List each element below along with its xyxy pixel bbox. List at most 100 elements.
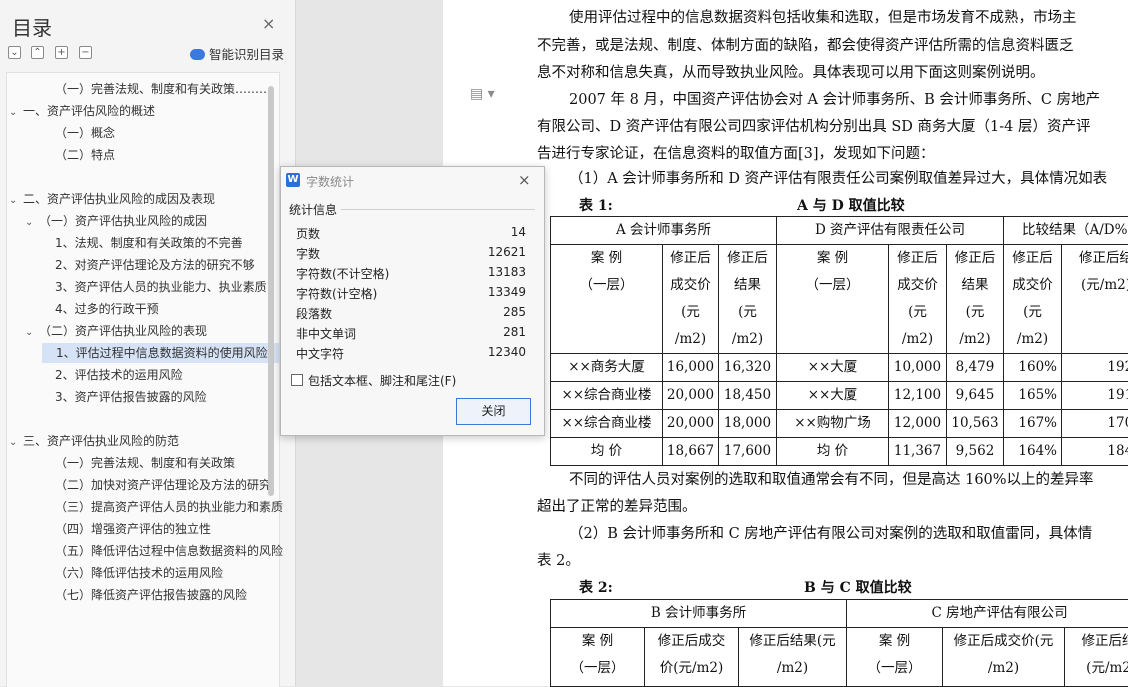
stat-value: 12340 (488, 345, 526, 359)
table-column-header: 修正后结 (元/m2) (1062, 245, 1128, 354)
collapse-icon[interactable]: ⌄ (8, 46, 21, 59)
toc-item-label: 三、资产评估执业风险的防范 (23, 434, 179, 448)
table1-subheader-row: 案 例 （一层）修正后 成交价 (元 /m2)修正后 结果 (元 /m2)案 例… (551, 245, 1128, 354)
table-cell: 16,000 (663, 354, 719, 382)
toc-item[interactable]: ⌄三、资产评估执业风险的防范 (7, 431, 273, 451)
toc-item[interactable]: 2、对资产评估理论及方法的研究不够 (7, 255, 287, 275)
close-icon[interactable]: × (262, 14, 275, 33)
table2-title: B 与 C 取值比较 (804, 577, 912, 597)
toc-item-label: 1、法规、制度和有关政策的不完善 (55, 236, 243, 250)
cloud-icon (190, 49, 205, 60)
toc-item[interactable]: 2、评估技术的运用风险 (7, 365, 287, 385)
table-cell: 191% (1062, 382, 1128, 410)
toc-item[interactable]: （六）降低评估技术的运用风险 (7, 563, 287, 583)
table-column-header: 修正后 成交价 (元 /m2) (1004, 245, 1062, 354)
stat-label: 非中文单词 (296, 325, 356, 342)
toc-scrollbar[interactable] (268, 86, 274, 496)
paragraph-line: 表 2。 (537, 549, 580, 570)
table-row: ××综合商业楼20,00018,450××大厦12,1009,645165%19… (551, 382, 1128, 410)
stat-label: 中文字符 (296, 345, 344, 362)
paragraph-line: 使用评估过程中的信息数据资料包括收集和选取，但是市场发育不成熟，市场主 (569, 6, 1077, 27)
close-icon[interactable]: × (518, 171, 531, 189)
table-group-header: C 房地产评估有限公司 (847, 600, 1128, 628)
toc-item-label: 4、过多的行政干预 (55, 302, 159, 316)
page-icon[interactable]: ▤ ▾ (470, 86, 495, 102)
toc-item[interactable]: （二）加快对资产评估理论及方法的研究 (7, 475, 287, 495)
expand-icon[interactable]: ⌃ (31, 46, 44, 59)
table-cell: 8,479 (947, 354, 1004, 382)
toc-item-label: （二）加快对资产评估理论及方法的研究 (55, 478, 271, 492)
include-checkbox-label[interactable]: 包括文本框、脚注和尾注(F) (308, 372, 456, 389)
toc-item[interactable]: ⌄二、资产评估执业风险的成因及表现 (7, 189, 273, 209)
toc-item[interactable]: ⌄（一）资产评估执业风险的成因 (7, 211, 273, 231)
toc-item-label: （二）特点 (55, 148, 115, 162)
table-row: ××综合商业楼20,00018,000××购物广场12,00010,563167… (551, 410, 1128, 438)
chevron-down-icon[interactable]: ⌄ (25, 213, 39, 231)
chevron-down-icon[interactable]: ⌄ (9, 191, 23, 209)
include-checkbox[interactable] (291, 374, 303, 386)
toc-item-label: 1、评估过程中信息数据资料的使用风险 (56, 346, 268, 360)
toc-item[interactable]: ⌄一、资产评估风险的概述 (7, 101, 273, 121)
stat-row: 字符数(不计空格)13183 (296, 265, 526, 285)
chevron-down-icon[interactable]: ⌄ (25, 323, 39, 341)
table-column-header: 修正后 成交价 (元 /m2) (889, 245, 947, 354)
toc-item[interactable]: ⌄（二）资产评估执业风险的表现 (7, 321, 273, 341)
stat-row: 中文字符 12340 (296, 345, 526, 365)
toc-item[interactable]: （七）降低资产评估报告披露的风险 (7, 585, 287, 605)
stat-value: 13349 (488, 285, 526, 299)
toc-item[interactable]: （一）完善法规、制度和有关政策……… (7, 79, 287, 99)
stat-value: 285 (503, 305, 526, 319)
table-group-header: D 资产评估有限责任公司 (777, 217, 1004, 245)
table-column-header: 修正后 成交价 (元 /m2) (663, 245, 719, 354)
table-cell: 17,600 (719, 438, 777, 466)
table-cell: 167% (1004, 410, 1062, 438)
table-cell: 18,450 (719, 382, 777, 410)
stats-group-label: 统计信息 (289, 201, 337, 218)
toc-item[interactable]: （五）降低评估过程中信息数据资料的风险 (7, 541, 287, 561)
chevron-down-icon[interactable]: ⌄ (9, 433, 23, 451)
table-cell: 160% (1004, 354, 1062, 382)
toc-item[interactable]: （二）特点 (7, 145, 287, 165)
stat-row: 页数14 (296, 225, 526, 245)
table-column-header: 案 例 （一层） (847, 628, 943, 687)
table-group-header: A 会计师事务所 (551, 217, 777, 245)
toc-item[interactable]: （四）增强资产评估的独立性 (7, 519, 287, 539)
toc-item-label: （三）提高资产评估人员的执业能力和素质 (55, 500, 283, 514)
toc-item[interactable]: （一）概念 (7, 123, 287, 143)
toc-item-label: 3、资产评估报告披露的风险 (55, 390, 207, 404)
table-cell: 均 价 (551, 438, 663, 466)
toc-item[interactable]: 3、资产评估人员的执业能力、执业素质 (7, 277, 287, 297)
toc-item-label: （四）增强资产评估的独立性 (55, 522, 211, 536)
stat-label: 页数 (296, 225, 320, 242)
table-cell: 9,562 (947, 438, 1004, 466)
table-cell: 12,100 (889, 382, 947, 410)
stat-value: 12621 (488, 245, 526, 259)
add-icon[interactable]: + (55, 46, 68, 59)
smart-identify-button[interactable]: 智能识别目录 (190, 44, 284, 63)
table-cell: 9,645 (947, 382, 1004, 410)
paragraph-line: 2007 年 8 月，中国资产评估协会对 A 会计师事务所、B 会计师事务所、C… (569, 88, 1100, 109)
paragraph-line: 告进行专家论证，在信息资料的取值方面[3]，发现如下问题： (537, 142, 935, 163)
toc-item[interactable]: 1、法规、制度和有关政策的不完善 (7, 233, 287, 253)
table-cell: ××购物广场 (777, 410, 889, 438)
wps-logo-icon: W (286, 173, 300, 187)
toc-item-label: 二、资产评估执业风险的成因及表现 (23, 192, 215, 206)
chevron-down-icon[interactable]: ⌄ (9, 103, 23, 121)
table-column-header: 修正后结 (元/m2 (1065, 628, 1128, 687)
stat-label: 字符数(计空格) (296, 285, 377, 302)
table-cell: 11,367 (889, 438, 947, 466)
toc-item[interactable]: 4、过多的行政干预 (7, 299, 287, 319)
toc-item[interactable]: （三）提高资产评估人员的执业能力和素质 (7, 497, 287, 517)
toc-item[interactable]: 1、评估过程中信息数据资料的使用风险 (42, 343, 280, 363)
toc-item-label: 2、评估技术的运用风险 (55, 368, 183, 382)
close-button[interactable]: 关闭 (456, 398, 531, 425)
toc-item[interactable]: 3、资产评估报告披露的风险 (7, 387, 287, 407)
dialog-titlebar[interactable]: W 字数统计 × (281, 167, 544, 193)
stat-label: 字符数(不计空格) (296, 265, 389, 282)
toc-item[interactable]: （一）完善法规、制度和有关政策 (7, 453, 287, 473)
toc-item-label: （一）资产评估执业风险的成因 (39, 214, 207, 228)
remove-icon[interactable]: − (79, 46, 92, 59)
toc-item-label: 3、资产评估人员的执业能力、执业素质 (55, 280, 267, 294)
table-cell: ××综合商业楼 (551, 410, 663, 438)
stat-value: 281 (503, 325, 526, 339)
